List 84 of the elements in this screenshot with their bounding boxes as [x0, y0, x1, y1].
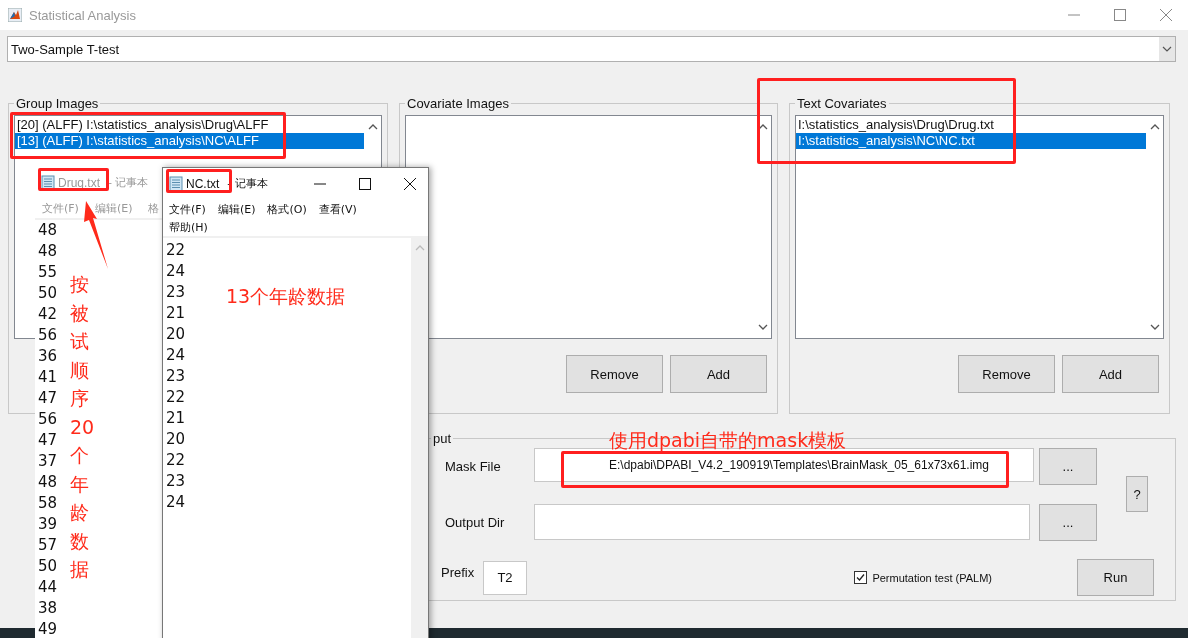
list-box[interactable]: [20] (ALFF) I:\statistics_analysis\Drug\ALFF [13] (ALFF) I:\statistics_analysis\NC\ALFF: [14, 115, 382, 163]
highlight-box: [38, 168, 109, 191]
notepad-icon: [41, 174, 55, 191]
list-item[interactable]: I:\statistics_analysis\Drug\Drug.txt: [796, 117, 1146, 133]
panel-title: Group Images: [15, 96, 100, 111]
browse-button[interactable]: ...: [1039, 448, 1097, 485]
text-line: 44: [38, 577, 58, 598]
list-item[interactable]: [13] (ALFF) I:\statistics_analysis\NC\ALFF: [15, 133, 364, 149]
text-line: 22: [166, 240, 186, 261]
text-line: 23: [166, 366, 186, 387]
checkbox-label: Permutation test (PALM): [872, 571, 992, 584]
field-label: Prefix: [441, 564, 476, 580]
test-type-dropdown[interactable]: Two-Sample T-test: [7, 36, 1176, 62]
menu-item[interactable]: 编辑(E): [217, 201, 256, 217]
text-line: 39: [38, 514, 58, 535]
prefix-field[interactable]: T2: [483, 560, 527, 595]
text-line: 23: [166, 282, 186, 303]
maximize-icon[interactable]: [359, 177, 371, 190]
text-line: 50: [38, 283, 58, 304]
text-line: 23: [166, 471, 186, 492]
text-line: 20: [166, 324, 186, 345]
panel-title: put: [432, 431, 453, 446]
text-line: 50: [38, 556, 58, 577]
text-line: 47: [38, 388, 58, 409]
text-line: 20: [166, 429, 186, 450]
window-title: Statistical Analysis: [29, 7, 136, 23]
scroll-down-icon[interactable]: [1149, 324, 1160, 330]
notepad-icon: [169, 175, 183, 192]
panel-title: Text Covariates: [796, 96, 888, 111]
panel-button[interactable]: Add: [1062, 355, 1159, 393]
text-line: 37: [38, 451, 58, 472]
text-line: 24: [166, 492, 186, 513]
window-title: Drug.txt: [58, 175, 100, 190]
text-line: 58: [38, 493, 58, 514]
text-line: 22: [166, 450, 186, 471]
run-button[interactable]: Run: [1077, 559, 1154, 596]
menu-item[interactable]: 帮助(H): [169, 220, 208, 235]
text-line: 48: [38, 472, 58, 493]
browse-button[interactable]: ...: [1039, 504, 1097, 541]
text-line: 48: [38, 220, 58, 241]
scroll-up-icon[interactable]: [757, 124, 768, 130]
text-line: 42: [38, 304, 58, 325]
output-dir-field[interactable]: [534, 504, 1030, 540]
list-item[interactable]: I:\statistics_analysis\NC\NC.txt: [796, 133, 1146, 149]
window-title: - 记事本: [108, 175, 149, 190]
scroll-up-icon[interactable]: [367, 124, 378, 130]
text-line: 21: [166, 408, 186, 429]
list-item[interactable]: [20] (ALFF) I:\statistics_analysis\Drug\ALFF: [15, 117, 364, 133]
annotation-text: 13个年龄数据: [226, 284, 346, 309]
text-line: 36: [38, 346, 58, 367]
text-line: 21: [166, 303, 186, 324]
panel-button[interactable]: Add: [670, 355, 767, 393]
window-title: NC.txt: [186, 176, 220, 191]
text-line: 56: [38, 325, 58, 346]
text-line: 24: [166, 261, 186, 282]
panel-button[interactable]: Remove: [958, 355, 1055, 393]
text-line: 47: [38, 430, 58, 451]
scroll-down-icon[interactable]: [757, 324, 768, 330]
highlight-box: [166, 169, 232, 193]
scroll-up-icon[interactable]: [1149, 124, 1160, 130]
menu-item[interactable]: 查看(V): [318, 201, 357, 217]
text-line: 24: [166, 345, 186, 366]
window-title: - 记事本: [227, 176, 268, 191]
annotation-text: 按被试顺序20个年龄数据: [70, 272, 95, 582]
menu-item[interactable]: 格式(O): [267, 201, 307, 217]
text-line: 48: [38, 241, 58, 262]
help-button[interactable]: ?: [1126, 476, 1148, 512]
text-line: 57: [38, 535, 58, 556]
chevron-down-icon: [1162, 46, 1172, 52]
list-box[interactable]: I:\statistics_analysis\Drug\Drug.txt I:\statistics_analysis\NC\NC.txt: [795, 115, 1164, 339]
field-label: Mask File: [444, 459, 502, 474]
text-line: 55: [38, 262, 58, 283]
panel-button[interactable]: Remove: [566, 355, 663, 393]
close-icon[interactable]: [404, 177, 416, 190]
text-line: 22: [166, 387, 186, 408]
app-icon: [8, 8, 22, 22]
menu-item[interactable]: 文件(F): [169, 201, 206, 217]
panel-title: Covariate Images: [406, 96, 510, 111]
text-line: 41: [38, 367, 58, 388]
text-line: 56: [38, 409, 58, 430]
text-line: 38: [38, 598, 58, 619]
checkbox[interactable]: [854, 571, 868, 584]
field-label: Output Dir: [444, 514, 506, 530]
text-line: 49: [38, 619, 58, 638]
